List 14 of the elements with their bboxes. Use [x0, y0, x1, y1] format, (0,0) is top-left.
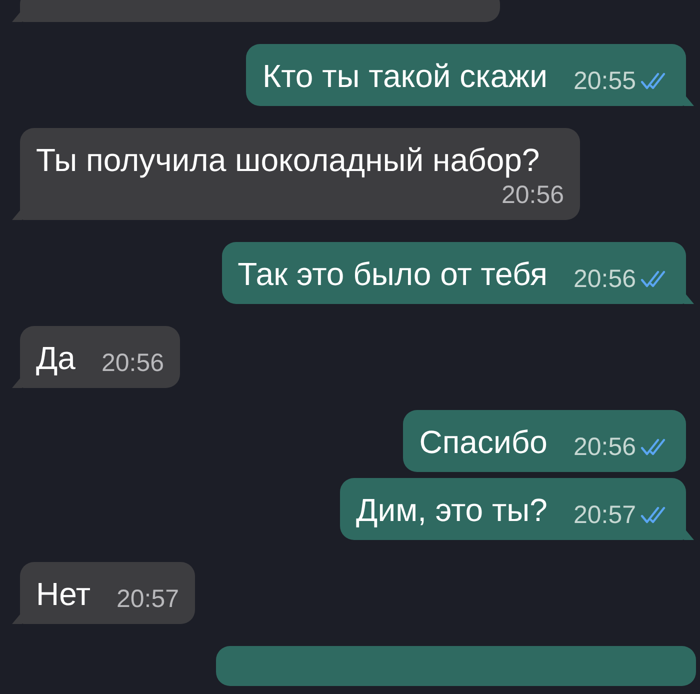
message-time: 20:55 [573, 66, 636, 96]
message-text: Да [36, 339, 76, 378]
message-time: 20:57 [573, 500, 636, 530]
message-text: Так это было от тебя [238, 255, 548, 294]
message-time: 20:56 [501, 180, 564, 210]
message-text: Ты получила шоколадный набор? [36, 141, 540, 180]
message-time: 20:56 [101, 348, 164, 378]
message-time: 20:56 [573, 432, 636, 462]
message-text: Спасибо [419, 423, 548, 462]
message-text: Нет [36, 575, 90, 614]
message-time: 20:56 [573, 264, 636, 294]
message-time: 20:57 [116, 584, 180, 614]
message-text: Дим, это ты? [356, 491, 548, 530]
message-text: Кто ты такой скажи [262, 57, 548, 96]
